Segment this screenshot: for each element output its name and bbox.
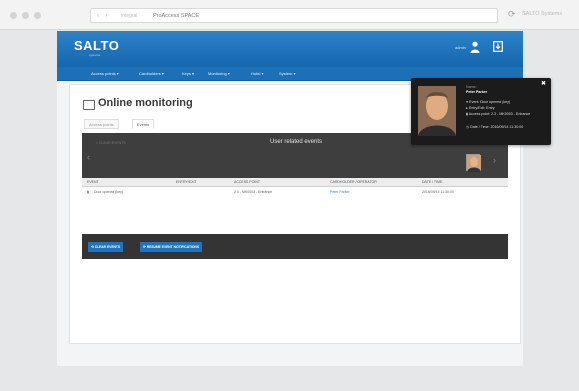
address-prefix: integral <box>121 13 138 19</box>
browser-toolbar: ‹ › integral ProAccess SPACE ⟳ SALTO Sys… <box>0 0 579 30</box>
table-row[interactable]: ▮ Door opened (key) 2.3 - MK0003 - Entra… <box>82 188 508 197</box>
user-photo <box>418 86 456 136</box>
user-icon[interactable] <box>470 41 480 53</box>
cell-cardholder-link[interactable]: Peter Parker <box>330 190 350 194</box>
tab-access-points[interactable]: Access points <box>84 119 119 129</box>
top-header: SALTO systems admin <box>57 31 523 67</box>
door-icon: ▮ <box>87 190 89 194</box>
address-bar[interactable]: ‹ › integral ProAccess SPACE <box>90 8 498 23</box>
popup-event: ● Event: Door opened (key) <box>466 100 511 104</box>
popup-access-point: ▮ Access point: 2.3 - MK0003 - Entrance <box>466 112 531 116</box>
col-event[interactable]: EVENT <box>87 180 99 184</box>
cell-event: Door opened (key) <box>94 190 123 194</box>
menu-label: Monitoring <box>208 71 227 76</box>
clear-events-button[interactable]: ⟲ CLEAR EVENTS <box>88 242 124 252</box>
window-close-dot[interactable] <box>10 12 17 19</box>
user-thumbnail[interactable] <box>466 154 481 172</box>
button-label: CLEAR EVENTS <box>94 245 121 249</box>
button-label: RESUME EVENT NOTIFICATIONS <box>146 245 200 249</box>
events-table-header: EVENT ENTRY/EXIT ACCESS POINT CARDHOLDER… <box>82 178 508 187</box>
user-name: admin <box>455 45 466 50</box>
cell-date: 2016/09/14 11:30:00 <box>422 190 454 194</box>
menu-label: Hotel <box>251 71 261 76</box>
logo-subtitle: systems <box>89 53 101 57</box>
col-cardholder[interactable]: CARDHOLDER / OPERATOR <box>330 180 377 184</box>
menu-label: Keys <box>182 71 191 76</box>
popup-name: Peter Parker <box>466 90 488 94</box>
logout-icon[interactable] <box>493 41 503 52</box>
col-date[interactable]: DATE / TIME <box>422 180 442 184</box>
user-info-popup: ✖ Name: Peter Parker ● Event: Door opene… <box>411 78 551 145</box>
close-icon[interactable]: ✖ <box>541 80 546 87</box>
menu-hotel[interactable]: Hotel ▾ <box>251 71 263 76</box>
popup-event-text: Event: Door opened (key) <box>469 100 511 104</box>
tab-events[interactable]: Events <box>132 119 155 129</box>
back-forward-icons[interactable]: ‹ › <box>97 12 110 19</box>
user-portrait-icon <box>418 86 456 136</box>
popup-entry: ▸ Entry/Exit: Entry <box>466 106 495 110</box>
popup-access-text: Access point: 2.3 - MK0003 - Entrance <box>468 112 531 116</box>
chevron-left-icon[interactable]: ‹ <box>87 152 90 162</box>
window-maximize-dot[interactable] <box>34 12 41 19</box>
menu-keys[interactable]: Keys ▾ <box>182 71 194 76</box>
reload-icon[interactable]: ⟳ <box>508 9 516 20</box>
menu-label: System <box>279 71 293 76</box>
cell-access-point: 2.3 - MK0003 - Entrance <box>234 190 273 194</box>
popup-date: ◷ Date / Time: 2016/09/14 11:30:00 <box>466 125 524 129</box>
clear-events-hint[interactable]: < CLEAR EVENTS <box>96 141 126 145</box>
col-entry[interactable]: ENTRY/EXIT <box>176 180 197 184</box>
browser-brand: SALTO Systems <box>522 11 563 17</box>
page-title: Online monitoring <box>98 97 193 109</box>
col-access-point[interactable]: ACCESS POINT <box>234 180 260 184</box>
user-photo-icon <box>467 155 481 172</box>
salto-logo: SALTO <box>74 38 120 53</box>
tab-title: ProAccess SPACE <box>153 13 200 19</box>
popup-name-label: Name: <box>466 85 477 89</box>
popup-entry-text: Entry/Exit: Entry <box>468 106 495 110</box>
monitor-icon <box>83 100 95 110</box>
browser-window: ‹ › integral ProAccess SPACE ⟳ SALTO Sys… <box>0 0 579 391</box>
popup-date-text: Date / Time: 2016/09/14 11:30:00 <box>470 125 524 129</box>
menu-monitoring[interactable]: Monitoring ▾ <box>208 71 230 76</box>
menu-label: Cardholders <box>139 71 161 76</box>
window-minimize-dot[interactable] <box>22 12 29 19</box>
menu-system[interactable]: System ▾ <box>279 71 295 76</box>
menu-cardholders[interactable]: Cardholders ▾ <box>139 71 164 76</box>
panel-title: User related events <box>270 139 323 145</box>
chevron-right-icon[interactable]: › <box>493 155 496 165</box>
menu-label: Access points <box>91 71 116 76</box>
menu-access-points[interactable]: Access points ▾ <box>91 71 119 76</box>
table-footer: ⟲ CLEAR EVENTS ⟳ RESUME EVENT NOTIFICATI… <box>82 234 508 259</box>
resume-notifications-button[interactable]: ⟳ RESUME EVENT NOTIFICATIONS <box>140 242 203 252</box>
